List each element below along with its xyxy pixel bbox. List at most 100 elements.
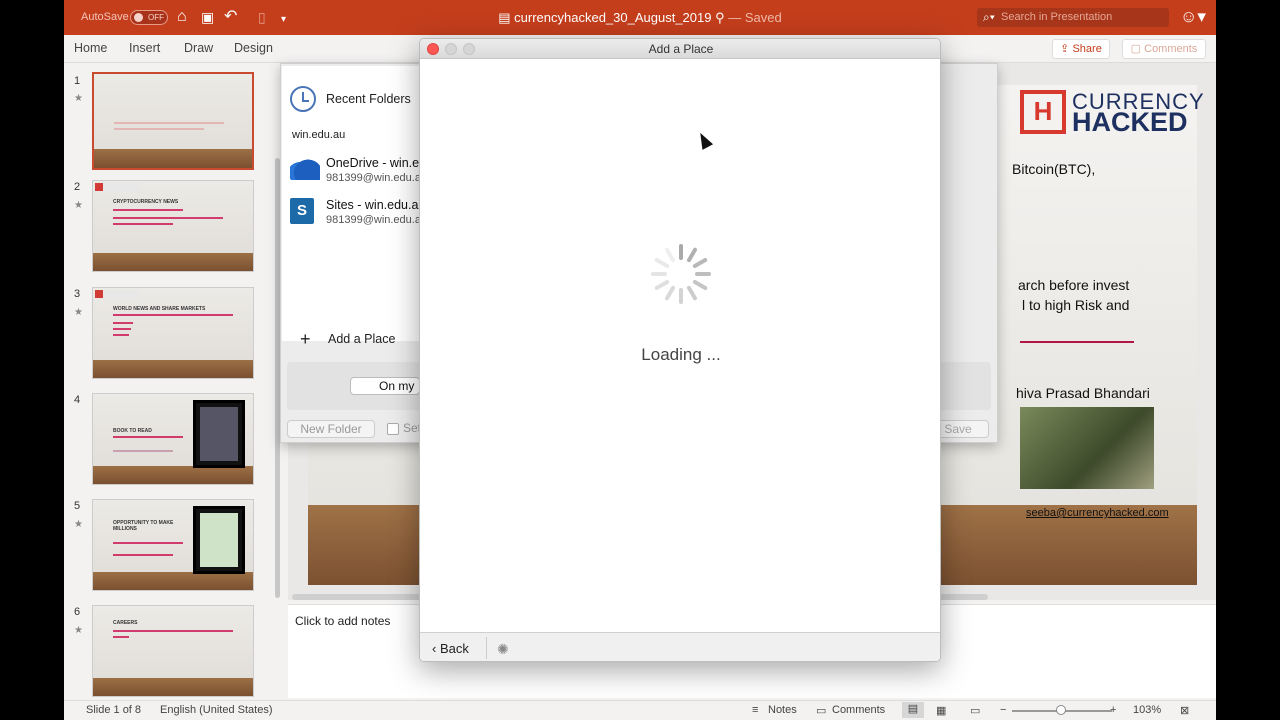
feedback-smiley-icon[interactable]: ☺▾: [1180, 7, 1206, 27]
logo-mark: H: [1020, 90, 1066, 134]
slide-text-risk: l to high Risk and: [1022, 297, 1130, 313]
zoom-slider-knob[interactable]: [1056, 705, 1066, 715]
plus-icon: +: [300, 329, 311, 349]
thumb-accent-line: [113, 630, 233, 632]
thumb-accent-line: [113, 223, 173, 225]
saved-status[interactable]: — Saved: [728, 10, 781, 25]
currency-hacked-logo: H CURRENCY HACKED: [1020, 87, 1216, 137]
normal-view-icon[interactable]: ▤: [902, 702, 924, 718]
person-icon: ⚲: [715, 10, 725, 25]
fit-to-window-icon[interactable]: ⊠: [1180, 704, 1189, 717]
thumb-accent-line: [113, 209, 183, 211]
author-photo: [1020, 407, 1154, 489]
onedrive-icon: [290, 156, 320, 180]
star-icon: ★: [74, 307, 83, 318]
place-name: OneDrive - win.e: [326, 156, 420, 170]
share-button[interactable]: ⇪ Share: [1052, 39, 1110, 59]
slide-thumbnail-panel: 1 ★ 2 ★ CRYPTOCURRENCY NEWS 3 ★ WORLD NE…: [64, 63, 287, 700]
notes-icon: ≡: [752, 704, 759, 716]
thumb-title: CAREERS: [113, 620, 138, 626]
comment-icon: ▢: [1130, 43, 1145, 55]
set-checkbox[interactable]: [387, 423, 399, 435]
powerpoint-window: AutoSave OFF ⌂ ▣ ↶ ▯ ▾ ▤ currencyhacked_…: [64, 0, 1216, 720]
search-input[interactable]: ⌕▾ Search in Presentation: [977, 8, 1169, 27]
zoom-out-icon[interactable]: −: [1000, 704, 1006, 716]
slide-author: hiva Prasad Bhandari: [1016, 385, 1150, 401]
thumb-accent-line: [113, 322, 133, 324]
tab-insert[interactable]: Insert: [129, 41, 160, 55]
on-my-mac-button[interactable]: On my: [350, 377, 420, 395]
thumb-logo: [95, 183, 139, 191]
thumb-accent-line: [113, 217, 223, 219]
slide-thumbnail-2[interactable]: CRYPTOCURRENCY NEWS: [92, 180, 254, 272]
sharepoint-icon: S: [290, 198, 314, 224]
back-label: Back: [439, 641, 469, 656]
slide-thumbnail-3[interactable]: WORLD NEWS AND SHARE MARKETS: [92, 287, 254, 379]
thumb-accent-line: [113, 334, 129, 336]
search-icon: ⌕▾: [983, 10, 995, 24]
slide-number: 3: [74, 288, 81, 300]
slide-thumbnail-4[interactable]: BOOK TO READ: [92, 393, 254, 485]
comments-label: Comments: [1144, 43, 1198, 55]
star-icon: ★: [74, 519, 83, 530]
slide-thumbnail-6[interactable]: CAREERS: [92, 605, 254, 697]
small-spinner-icon: ✺: [497, 641, 509, 657]
notes-placeholder: Click to add notes: [295, 614, 391, 628]
dialog-title-bar: Add a Place: [420, 39, 940, 59]
document-name: currencyhacked_30_August_2019: [514, 10, 712, 25]
new-folder-button[interactable]: New Folder: [287, 420, 375, 438]
poster-image: [193, 506, 245, 574]
add-a-place-dialog: Add a Place Loading ... ‹ Back ✺: [419, 38, 941, 662]
comments-status-icon: ▭: [816, 705, 827, 717]
slide-text-research: arch before invest: [1018, 277, 1130, 293]
place-account: 981399@win.edu.a: [326, 172, 421, 184]
slide-email-link[interactable]: seeba@currencyhacked.com: [1026, 507, 1169, 519]
notes-toggle[interactable]: Notes: [768, 704, 797, 716]
slide-divider: [1020, 341, 1134, 343]
star-icon: ★: [74, 93, 83, 104]
tab-draw[interactable]: Draw: [184, 41, 213, 55]
slide-number: 1: [74, 75, 81, 87]
zoom-in-icon[interactable]: +: [1110, 704, 1116, 716]
chevron-left-icon: ‹: [432, 641, 440, 656]
loading-spinner-icon: [649, 242, 713, 306]
add-place-label: Add a Place: [328, 332, 396, 346]
thumb-accent-line: [113, 554, 173, 556]
document-icon: ▤: [498, 10, 515, 25]
thumb-title: WORLD NEWS AND SHARE MARKETS: [113, 306, 206, 312]
zoom-level[interactable]: 103%: [1133, 704, 1161, 716]
thumb-text-line: [114, 128, 204, 130]
dialog-footer: ‹ Back ✺: [420, 632, 940, 661]
slide-text-bitcoin: Bitcoin(BTC),: [1012, 161, 1096, 177]
comments-toggle[interactable]: Comments: [832, 704, 885, 716]
thumb-text-line: [113, 450, 173, 452]
tab-design[interactable]: Design: [234, 41, 273, 55]
thumb-logo: [95, 290, 139, 298]
logo-word-bottom: HACKED: [1072, 107, 1188, 137]
thumb-title: OPPORTUNITY TO MAKE MILLIONS: [113, 520, 174, 532]
slide-number: 4: [74, 394, 81, 406]
back-button[interactable]: ‹ Back: [432, 641, 469, 656]
slide-thumbnail-5[interactable]: OPPORTUNITY TO MAKE MILLIONS: [92, 499, 254, 591]
place-name: Sites - win.edu.a: [326, 198, 419, 212]
comments-button[interactable]: ▢ Comments: [1122, 39, 1206, 59]
share-label: Share: [1072, 43, 1102, 55]
slide-number: 5: [74, 500, 81, 512]
star-icon: ★: [74, 200, 83, 211]
language-indicator[interactable]: English (United States): [160, 704, 273, 716]
title-bar: AutoSave OFF ⌂ ▣ ↶ ▯ ▾ ▤ currencyhacked_…: [64, 0, 1216, 35]
book-cover-image: [193, 400, 245, 468]
clock-icon: [290, 86, 316, 112]
thumb-accent-line: [113, 314, 233, 316]
slide-number: 6: [74, 606, 81, 618]
thumb-accent-line: [113, 436, 183, 438]
slide-sorter-icon[interactable]: ▦: [936, 704, 946, 717]
loading-text: Loading ...: [641, 345, 721, 364]
tab-home[interactable]: Home: [74, 41, 107, 55]
slide-thumbnail-1[interactable]: [92, 72, 254, 170]
slide-counter: Slide 1 of 8: [86, 704, 142, 716]
thumb-accent-line: [113, 328, 131, 330]
thumb-accent-line: [113, 542, 183, 544]
reading-view-icon[interactable]: ▭: [970, 704, 980, 717]
recent-folders-label: Recent Folders: [326, 92, 411, 106]
